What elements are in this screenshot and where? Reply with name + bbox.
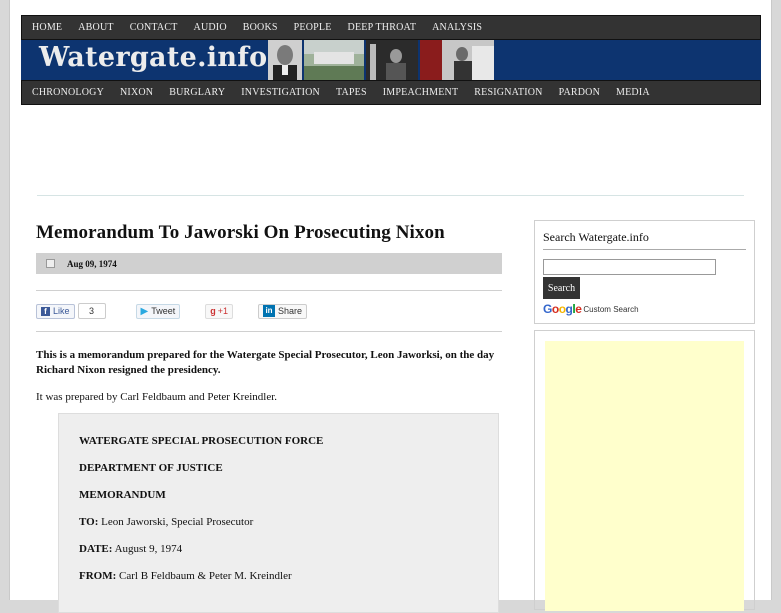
memo-to-line: TO: Leon Jaworski, Special Prosecutor bbox=[79, 515, 478, 530]
cat-nav-chronology[interactable]: CHRONOLOGY bbox=[32, 87, 104, 98]
tweet-button[interactable]: ▶ Tweet bbox=[135, 303, 181, 319]
cat-nav-nixon[interactable]: NIXON bbox=[120, 87, 153, 98]
cat-nav-investigation[interactable]: INVESTIGATION bbox=[241, 87, 320, 98]
article-main: Memorandum To Jaworski On Prosecuting Ni… bbox=[36, 220, 502, 405]
memo-line-department: DEPARTMENT OF JUSTICE bbox=[79, 462, 223, 474]
linkedin-share-button[interactable]: in Share bbox=[258, 303, 308, 319]
custom-search-label: Custom Search bbox=[583, 304, 639, 314]
search-input[interactable] bbox=[543, 259, 716, 275]
linkedin-icon: in bbox=[263, 305, 275, 317]
cat-nav-resignation[interactable]: RESIGNATION bbox=[474, 87, 542, 98]
twitter-bird-icon: ▶ bbox=[140, 305, 149, 317]
header-divider bbox=[37, 195, 744, 196]
memo-from-label: FROM: bbox=[79, 570, 117, 582]
search-widget-heading: Search Watergate.info bbox=[543, 230, 746, 250]
top-nav-deep-throat[interactable]: DEEP THROAT bbox=[348, 22, 417, 33]
top-nav-home[interactable]: HOME bbox=[32, 22, 62, 33]
watergate-building-photo bbox=[304, 40, 364, 80]
google-plus-icon: g bbox=[210, 306, 216, 316]
nixon-portrait-photo bbox=[268, 40, 302, 80]
memo-date-line: DATE: August 9, 1974 bbox=[79, 542, 478, 557]
google-custom-search-branding: Google Custom Search bbox=[543, 302, 746, 316]
top-nav-about[interactable]: ABOUT bbox=[78, 22, 113, 33]
top-nav-books[interactable]: BOOKS bbox=[243, 22, 278, 33]
top-nav-people[interactable]: PEOPLE bbox=[294, 22, 332, 33]
memo-line-heading: MEMORANDUM bbox=[79, 489, 166, 501]
site-banner: Watergate.info bbox=[21, 40, 761, 80]
top-nav: HOME ABOUT CONTACT AUDIO BOOKS PEOPLE DE… bbox=[21, 15, 761, 40]
facebook-like-count: 3 bbox=[77, 303, 106, 319]
memo-date-label: DATE: bbox=[79, 543, 113, 555]
page: HOME ABOUT CONTACT AUDIO BOOKS PEOPLE DE… bbox=[9, 0, 772, 613]
memo-line-agency: WATERGATE SPECIAL PROSECUTION FORCE bbox=[79, 435, 324, 447]
category-nav: CHRONOLOGY NIXON BURGLARY INVESTIGATION … bbox=[21, 80, 761, 105]
top-nav-contact[interactable]: CONTACT bbox=[130, 22, 178, 33]
calendar-icon bbox=[46, 259, 55, 268]
ad-widget bbox=[534, 330, 755, 611]
memo-to-value: Leon Jaworski, Special Prosecutor bbox=[101, 516, 254, 528]
search-button[interactable]: Search bbox=[543, 277, 580, 299]
article-lead: This is a memorandum prepared for the Wa… bbox=[36, 349, 495, 376]
article-date-bar: Aug 09, 1974 bbox=[36, 253, 502, 274]
google-plus-one-button[interactable]: g +1 bbox=[205, 303, 233, 319]
press-conference-photo bbox=[366, 40, 418, 80]
memo-from-line: FROM: Carl B Feldbaum & Peter M. Kreindl… bbox=[79, 569, 478, 584]
cat-nav-burglary[interactable]: BURGLARY bbox=[169, 87, 225, 98]
social-bottom-rule bbox=[36, 331, 502, 332]
google-plus-label: +1 bbox=[217, 306, 228, 316]
cat-nav-tapes[interactable]: TAPES bbox=[336, 87, 367, 98]
ad-placeholder[interactable] bbox=[545, 341, 744, 611]
helicopter-farewell-photo bbox=[420, 40, 494, 80]
facebook-like-button[interactable]: f Like bbox=[36, 303, 75, 319]
memo-date-value: August 9, 1974 bbox=[114, 543, 183, 555]
social-share-bar: f Like 3 ▶ Tweet g +1 in Share bbox=[36, 291, 502, 331]
article-date: Aug 09, 1974 bbox=[67, 258, 117, 269]
cat-nav-pardon[interactable]: PARDON bbox=[559, 87, 600, 98]
facebook-like-label: Like bbox=[53, 306, 70, 316]
article-intro: It was prepared by Carl Feldbaum and Pet… bbox=[36, 391, 278, 403]
cat-nav-impeachment[interactable]: IMPEACHMENT bbox=[383, 87, 459, 98]
article-title: Memorandum To Jaworski On Prosecuting Ni… bbox=[36, 222, 445, 243]
site-logo[interactable]: Watergate.info bbox=[39, 42, 267, 73]
top-nav-audio[interactable]: AUDIO bbox=[194, 22, 227, 33]
memo-to-label: TO: bbox=[79, 516, 99, 528]
banner-photos bbox=[268, 40, 496, 80]
linkedin-share-label: Share bbox=[278, 306, 303, 316]
cat-nav-media[interactable]: MEDIA bbox=[616, 87, 650, 98]
facebook-icon: f bbox=[41, 306, 50, 316]
tweet-label: Tweet bbox=[151, 306, 176, 316]
search-widget: Search Watergate.info Search Google Cust… bbox=[534, 220, 755, 324]
top-nav-analysis[interactable]: ANALYSIS bbox=[432, 22, 482, 33]
memo-from-value: Carl B Feldbaum & Peter M. Kreindler bbox=[119, 570, 292, 582]
memo-box: WATERGATE SPECIAL PROSECUTION FORCE DEPA… bbox=[58, 413, 499, 613]
google-logo: Google bbox=[543, 302, 582, 316]
